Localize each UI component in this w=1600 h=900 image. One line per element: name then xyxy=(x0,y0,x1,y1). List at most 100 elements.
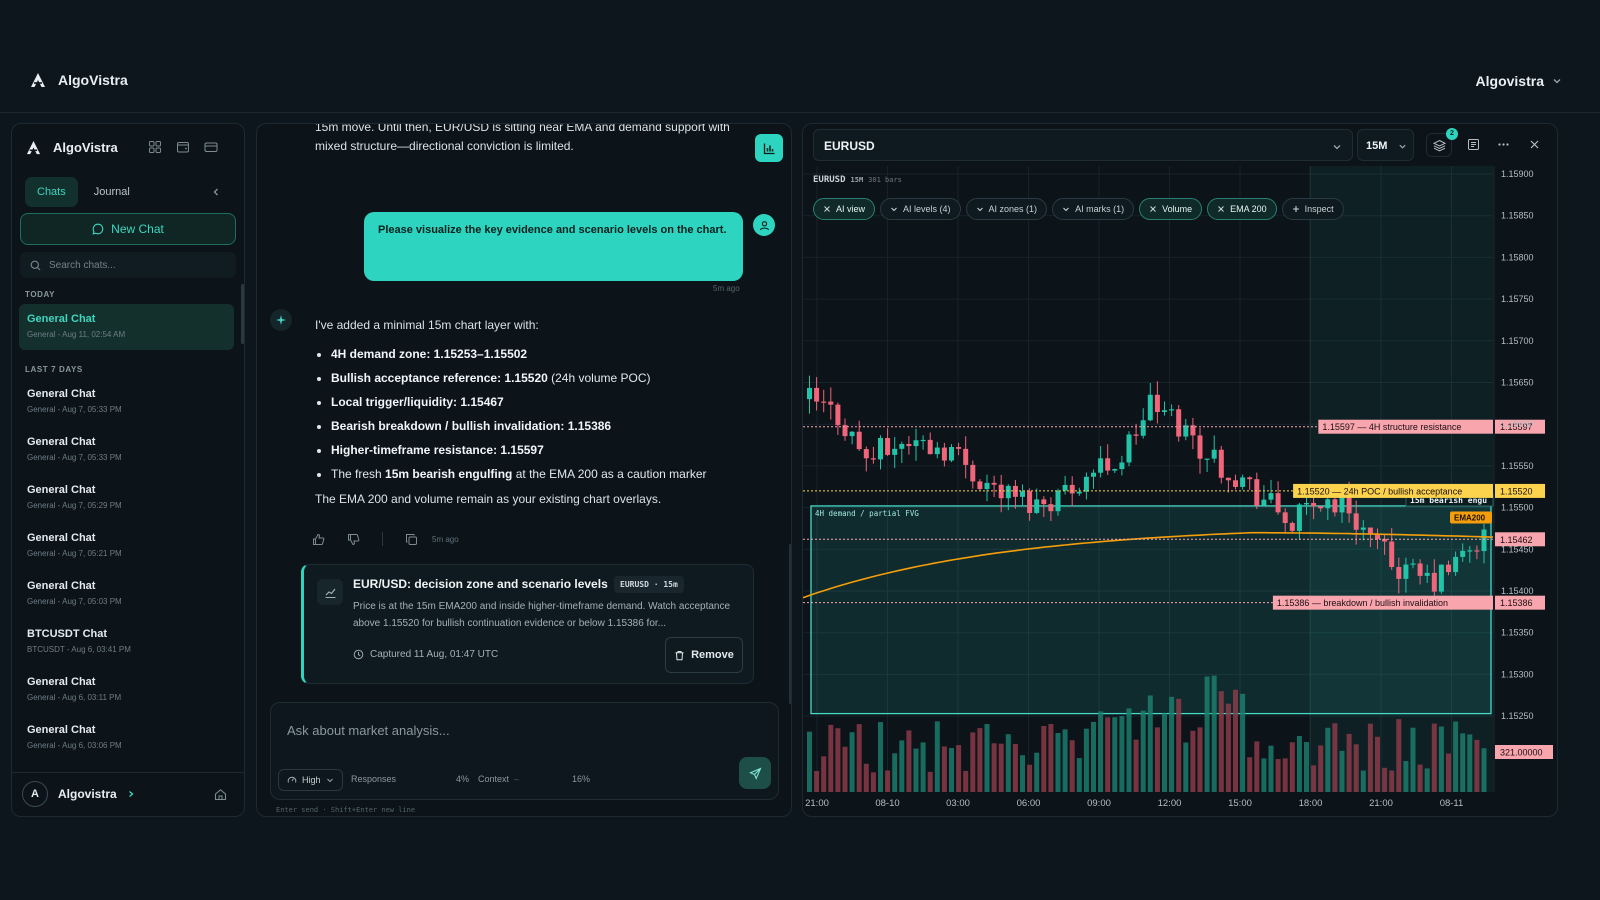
overlay-chip[interactable]: AI zones (1) xyxy=(965,198,1048,220)
candle-body xyxy=(977,481,983,490)
account-menu[interactable]: A Algovistra xyxy=(22,781,135,807)
chart-toggle-button[interactable] xyxy=(755,134,783,162)
overlay-chip[interactable]: AI view xyxy=(813,198,876,220)
volume-bar xyxy=(1204,676,1210,792)
candle-body xyxy=(1360,527,1366,530)
volume-bar xyxy=(998,743,1004,792)
chat-subtitle: General - Aug 7, 05:03 PM xyxy=(27,597,122,606)
volume-bar xyxy=(1225,703,1231,792)
send-button[interactable] xyxy=(739,757,771,789)
price-chart[interactable]: 4H demand / partial FVGEMA20015m bearish… xyxy=(803,166,1558,817)
volume-bar xyxy=(1211,675,1217,792)
volume-bar xyxy=(1353,744,1359,792)
new-chat-button[interactable]: New Chat xyxy=(20,213,236,245)
overlay-chip[interactable]: AI levels (4) xyxy=(880,198,961,220)
close-icon xyxy=(824,206,830,212)
remove-button[interactable]: Remove xyxy=(665,637,743,673)
chat-subtitle: General - Aug 7, 05:33 PM xyxy=(27,453,122,462)
insight-card-badge: EURUSD · 15m xyxy=(614,576,684,593)
candle-body xyxy=(1204,458,1210,460)
overlay-chip[interactable]: Inspect xyxy=(1281,198,1344,220)
wallet-icon[interactable] xyxy=(176,140,190,154)
volume-bar xyxy=(1240,693,1246,792)
notes-icon[interactable] xyxy=(1467,138,1480,151)
chat-item[interactable]: General Chat General - Aug 6, 03:06 PM xyxy=(19,719,234,767)
chat-item[interactable]: BTCUSDT Chat BTCUSDT - Aug 6, 03:41 PM xyxy=(19,623,234,671)
app-brand[interactable]: AlgoVistra xyxy=(30,72,128,88)
candle-body xyxy=(1396,567,1402,579)
level-label: 1.15597 — 4H structure resistance xyxy=(1322,422,1461,432)
symbol-value: EURUSD xyxy=(824,139,875,153)
home-icon[interactable] xyxy=(214,788,227,801)
chat-item[interactable]: General Chat General - Aug 7, 05:03 PM xyxy=(19,575,234,623)
thumbs-down-icon[interactable] xyxy=(347,533,360,546)
volume-bar xyxy=(1481,748,1487,792)
user-menu[interactable]: Algovistra xyxy=(1476,73,1562,89)
y-tick-label: 1.15500 xyxy=(1501,503,1534,513)
chat-item[interactable]: General Chat General - Aug 7, 05:29 PM xyxy=(19,479,234,527)
collapse-sidebar-icon[interactable] xyxy=(211,187,221,197)
volume-bar xyxy=(1133,739,1139,792)
y-tick-label: 1.15550 xyxy=(1501,461,1534,471)
volume-bar xyxy=(842,746,848,792)
candle-body xyxy=(991,482,997,485)
symbol-select[interactable]: EURUSD xyxy=(813,129,1353,161)
candle-body xyxy=(1062,484,1068,491)
candle-body xyxy=(1055,490,1061,512)
tab-chats[interactable]: Chats xyxy=(25,177,78,207)
volume-bar xyxy=(1147,695,1153,792)
chart-meta-symbol: EURUSD xyxy=(813,175,846,185)
volume-bar xyxy=(870,772,876,792)
chevron-down-icon xyxy=(1333,145,1341,150)
chevron-right-icon xyxy=(128,791,134,797)
grid-icon[interactable] xyxy=(148,140,162,154)
tab-journal[interactable]: Journal xyxy=(82,177,142,207)
y-tick-label: 1.15650 xyxy=(1501,378,1534,388)
volume-bar xyxy=(856,724,862,792)
candle-body xyxy=(1311,502,1317,507)
chat-item-active[interactable]: General Chat General - Aug 11, 02:54 AM xyxy=(19,304,234,350)
overlay-chip[interactable]: AI marks (1) xyxy=(1052,198,1135,220)
chat-list: General Chat General - Aug 7, 05:33 PM Gen… xyxy=(19,383,234,767)
volume-bar xyxy=(1318,745,1324,792)
copy-icon[interactable] xyxy=(405,533,418,546)
chat-item[interactable]: General Chat General - Aug 7, 05:33 PM xyxy=(19,383,234,431)
volume-bar xyxy=(984,724,990,792)
candle-body xyxy=(1254,479,1260,506)
thumbs-up-icon[interactable] xyxy=(312,533,325,546)
candle-body xyxy=(1041,499,1047,505)
axis-price-tag: 1.15386 xyxy=(1500,598,1533,608)
volume-bar xyxy=(963,770,969,792)
overlay-chip[interactable]: EMA 200 xyxy=(1207,198,1277,220)
more-icon[interactable] xyxy=(1497,138,1510,151)
sidebar-actions xyxy=(148,140,218,154)
chat-title: General Chat xyxy=(27,724,96,736)
candle-body xyxy=(927,439,933,455)
timeframe-select[interactable]: 15M xyxy=(1357,129,1414,161)
volume-bar xyxy=(807,731,812,792)
overlay-chip[interactable]: Volume xyxy=(1139,198,1203,220)
insight-card-icon-wrap xyxy=(317,579,343,605)
chat-item[interactable]: General Chat General - Aug 6, 03:11 PM xyxy=(19,671,234,719)
chat-item[interactable]: General Chat General - Aug 7, 05:33 PM xyxy=(19,431,234,479)
close-icon[interactable] xyxy=(1529,139,1540,150)
card-icon[interactable] xyxy=(204,140,218,154)
insight-card[interactable]: EUR/USD: decision zone and scenario leve… xyxy=(301,564,754,684)
composer-input[interactable]: Ask about market analysis... xyxy=(287,723,450,738)
chart-meta-tf: 15M xyxy=(850,176,864,184)
candle-body xyxy=(1453,556,1459,573)
conversation-scrollbar[interactable] xyxy=(789,544,791,704)
volume-bar xyxy=(1424,768,1430,792)
timeframe-value: 15M xyxy=(1366,140,1388,152)
clock-icon xyxy=(353,649,364,660)
bullet-item: Bullish acceptance reference: 1.15520 (2… xyxy=(331,366,775,390)
sidebar-scrollbar[interactable] xyxy=(241,284,244,344)
effort-select[interactable]: High xyxy=(278,769,343,791)
bullet-item: Higher-timeframe resistance: 1.15597 xyxy=(331,438,775,462)
volume-bar xyxy=(892,753,898,792)
chat-item[interactable]: General Chat General - Aug 7, 05:21 PM xyxy=(19,527,234,575)
volume-bar xyxy=(1304,742,1309,792)
search-chats-input[interactable]: Search chats... xyxy=(20,252,236,278)
candle-body xyxy=(870,458,876,460)
volume-bar xyxy=(920,742,926,792)
